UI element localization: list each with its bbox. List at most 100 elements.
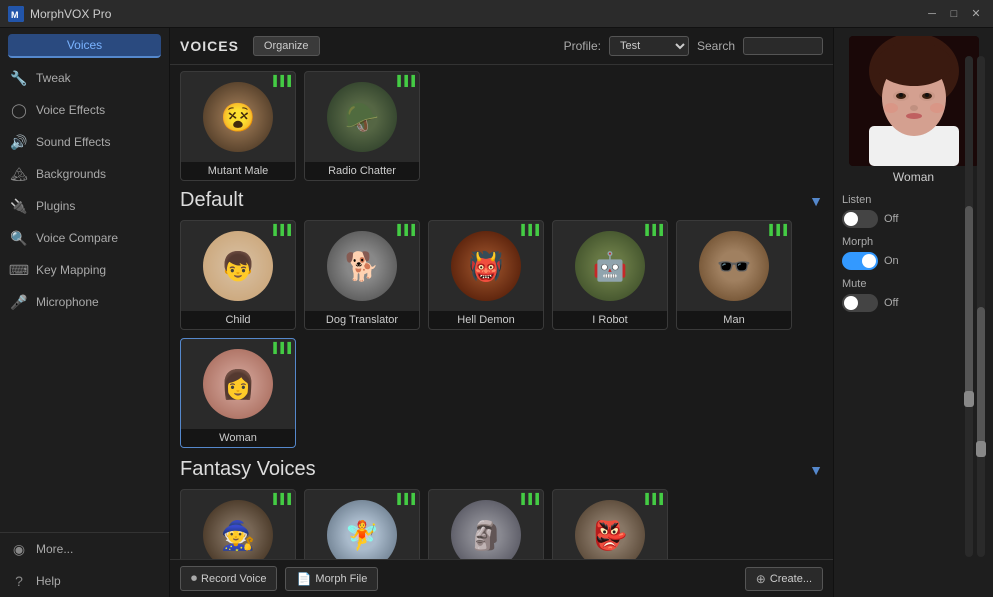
voice-card-mutant-male[interactable]: 😵 ▐▐▐ Mutant Male [180, 71, 296, 181]
profile-select[interactable]: Test Default Custom [609, 36, 689, 56]
right-preview [849, 36, 979, 166]
sidebar-voices-label: Voices [67, 38, 102, 52]
signal-icon: ▐▐▐ [642, 225, 663, 236]
robot-avatar: 🤖 [575, 231, 645, 301]
title-bar: M MorphVOX Pro ─ □ ✕ [0, 0, 993, 28]
default-section-arrow[interactable]: ▼ [809, 193, 823, 209]
morph-state: On [884, 255, 899, 267]
mute-label: Mute [842, 278, 969, 290]
child-label: Child [181, 311, 295, 329]
microphone-icon: 🎤 [10, 293, 28, 311]
sidebar-tweak-label: Tweak [36, 71, 71, 85]
sidebar-voice-compare-label: Voice Compare [36, 231, 118, 245]
fantasy-voice-grid: 🧙 ▐▐▐ Dwarf 🧚 ▐▐▐ Female Pixie 🗿 [180, 489, 823, 559]
sidebar-item-key-mapping[interactable]: ⌨ Key Mapping [0, 254, 169, 286]
sidebar-item-voice-compare[interactable]: 🔍 Voice Compare [0, 222, 169, 254]
default-section-title: Default [180, 189, 243, 212]
morph-file-icon: 📄 [296, 572, 311, 586]
demon-avatar: 👹 [451, 231, 521, 301]
voice-card-i-robot[interactable]: 🤖 ▐▐▐ I Robot [552, 220, 668, 330]
key-mapping-icon: ⌨ [10, 261, 28, 279]
sidebar-item-voice-effects[interactable]: ◯ Voice Effects [0, 94, 169, 126]
radio-chatter-label: Radio Chatter [305, 162, 419, 180]
volume-slider-2[interactable] [977, 56, 985, 557]
voice-card-radio-chatter[interactable]: 🪖 ▐▐▐ Radio Chatter [304, 71, 420, 181]
robot-label: I Robot [553, 311, 667, 329]
sidebar-voice-effects-label: Voice Effects [36, 103, 105, 117]
voice-card-hell-demon[interactable]: 👹 ▐▐▐ Hell Demon [428, 220, 544, 330]
listen-label: Listen [842, 194, 969, 206]
slider-thumb-2[interactable] [976, 441, 986, 457]
morph-toggle-row: On [842, 252, 969, 270]
sidebar-key-mapping-label: Key Mapping [36, 263, 106, 277]
fantasy-section-title: Fantasy Voices [180, 458, 316, 481]
dwarf-avatar: 🧙 [203, 500, 273, 559]
fantasy-section-arrow[interactable]: ▼ [809, 462, 823, 478]
morph-toggle-knob [862, 254, 876, 268]
window-controls: ─ □ ✕ [923, 5, 985, 23]
pixie-avatar: 🧚 [327, 500, 397, 559]
voice-card-female-pixie[interactable]: 🧚 ▐▐▐ Female Pixie [304, 489, 420, 559]
morph-control: Morph On [842, 236, 969, 270]
search-input[interactable] [743, 37, 823, 55]
voice-card-woman[interactable]: 👩 ▐▐▐ Woman [180, 338, 296, 448]
voice-card-dwarf[interactable]: 🧙 ▐▐▐ Dwarf [180, 489, 296, 559]
slider-fill-2 [977, 307, 985, 457]
wrench-icon: 🔧 [10, 69, 28, 87]
voices-title: VOICES [180, 38, 239, 54]
plugins-icon: 🔌 [10, 197, 28, 215]
morph-toggle[interactable] [842, 252, 878, 270]
organize-button[interactable]: Organize [253, 36, 320, 56]
sidebar-item-voices[interactable]: Voices [8, 34, 161, 58]
listen-toggle[interactable] [842, 210, 878, 228]
voice-card-giant[interactable]: 🗿 ▐▐▐ Giant [428, 489, 544, 559]
maximize-button[interactable]: □ [945, 5, 963, 23]
sidebar-item-plugins[interactable]: 🔌 Plugins [0, 190, 169, 222]
create-button[interactable]: ⊕ Create... [745, 567, 823, 591]
sidebar-more-label: More... [36, 542, 73, 556]
sidebar: Voices 🔧 Tweak ◯ Voice Effects 🔊 Sound E… [0, 28, 170, 597]
voices-scroll[interactable]: 😵 ▐▐▐ Mutant Male 🪖 ▐▐▐ Radio Chatter De… [170, 65, 833, 559]
mute-state: Off [884, 297, 898, 309]
voice-card-dog-translator[interactable]: 🐕 ▐▐▐ Dog Translator [304, 220, 420, 330]
right-voice-label: Woman [893, 170, 934, 184]
listen-control: Listen Off [842, 194, 969, 228]
voice-card-man[interactable]: 🕶️ ▐▐▐ Man [676, 220, 792, 330]
sidebar-item-sound-effects[interactable]: 🔊 Sound Effects [0, 126, 169, 158]
default-voice-grid: 👦 ▐▐▐ Child 🐕 ▐▐▐ Dog Translator 👹 [180, 220, 823, 448]
mute-toggle-knob [844, 296, 858, 310]
sidebar-microphone-label: Microphone [36, 295, 99, 309]
sidebar-item-backgrounds[interactable]: 🏔 Backgrounds [0, 158, 169, 190]
minimize-button[interactable]: ─ [923, 5, 941, 23]
voice-card-nasty-gnome[interactable]: 👺 ▐▐▐ Nasty Gnome [552, 489, 668, 559]
morph-label: Morph [842, 236, 969, 248]
sidebar-help-label: Help [36, 574, 61, 588]
man-avatar: 🕶️ [699, 231, 769, 301]
signal-icon: ▐▐▐ [270, 225, 291, 236]
sidebar-item-more[interactable]: ◉ More... [0, 533, 169, 565]
sidebar-backgrounds-label: Backgrounds [36, 167, 106, 181]
mute-toggle[interactable] [842, 294, 878, 312]
signal-icon: ▐▐▐ [518, 225, 539, 236]
sidebar-sound-effects-label: Sound Effects [36, 135, 111, 149]
sidebar-plugins-label: Plugins [36, 199, 75, 213]
slider-thumb-1[interactable] [964, 391, 974, 407]
volume-slider-1[interactable] [965, 56, 973, 557]
close-button[interactable]: ✕ [967, 5, 985, 23]
sidebar-item-tweak[interactable]: 🔧 Tweak [0, 62, 169, 94]
profile-label: Profile: [564, 39, 601, 53]
signal-icon: ▐▐▐ [270, 76, 291, 87]
gnome-avatar: 👺 [575, 500, 645, 559]
record-voice-button[interactable]: ⏺ Record Voice [180, 566, 277, 591]
man-label: Man [677, 311, 791, 329]
morph-file-button[interactable]: 📄 Morph File [285, 567, 378, 591]
voice-card-child[interactable]: 👦 ▐▐▐ Child [180, 220, 296, 330]
sidebar-item-help[interactable]: ? Help [0, 565, 169, 597]
sidebar-item-microphone[interactable]: 🎤 Microphone [0, 286, 169, 318]
top-voices-row: 😵 ▐▐▐ Mutant Male 🪖 ▐▐▐ Radio Chatter [180, 71, 823, 181]
mute-control: Mute Off [842, 278, 969, 312]
voices-toolbar: VOICES Organize Profile: Test Default Cu… [170, 28, 833, 65]
mutant-male-label: Mutant Male [181, 162, 295, 180]
create-icon: ⊕ [756, 572, 766, 586]
slider-fill-1 [965, 206, 973, 406]
